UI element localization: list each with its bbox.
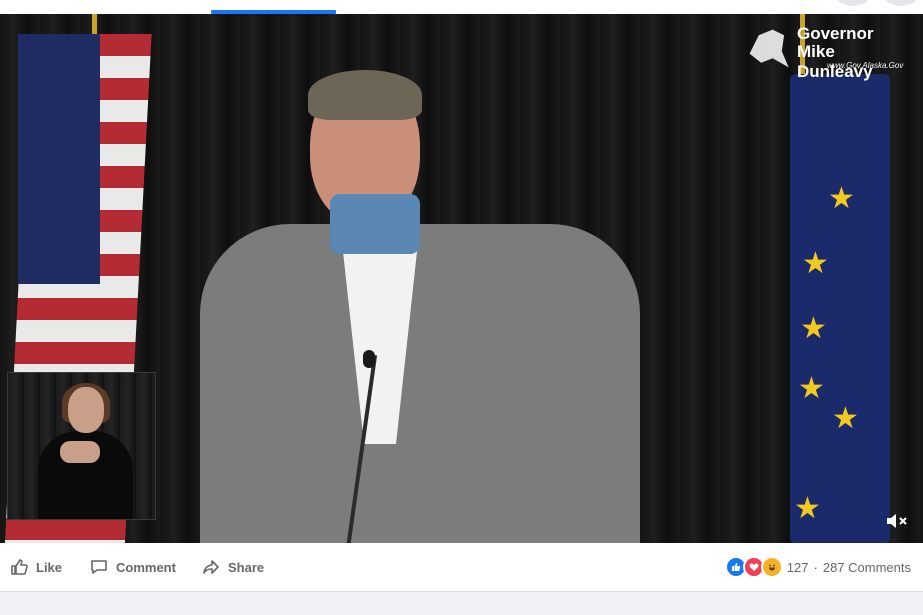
haha-reaction-icon <box>760 556 783 578</box>
star-icon: ★ <box>800 312 827 345</box>
star-icon: ★ <box>828 182 855 215</box>
star-icon: ★ <box>802 247 829 280</box>
thumbs-up-icon <box>10 558 28 576</box>
governor-watermark: Governor Mike Dunleavy www.Gov.Alaska.Go… <box>745 22 915 81</box>
top-circle-button-2[interactable] <box>884 0 918 6</box>
mute-button[interactable] <box>884 512 910 534</box>
comment-count-link[interactable]: 287 Comments <box>823 560 911 575</box>
star-icon: ★ <box>798 372 825 405</box>
muted-speaker-icon <box>886 513 908 533</box>
sign-language-interpreter-inset <box>7 372 156 520</box>
comment-bubble-icon <box>90 558 108 576</box>
share-button[interactable]: Share <box>202 543 264 591</box>
video-player[interactable]: ★ ★ ★ ★ ★ ★ Governor Mike Dunleavy www.G… <box>0 14 923 543</box>
share-label: Share <box>228 559 265 575</box>
us-flag-canton <box>18 34 100 284</box>
watermark-url: www.Gov.Alaska.Gov <box>827 61 904 70</box>
speaker-hair <box>308 70 422 120</box>
top-bar <box>0 0 923 15</box>
separator-dot: · <box>813 559 818 575</box>
share-arrow-icon <box>202 558 220 576</box>
reaction-count: 127 <box>786 559 809 575</box>
like-button[interactable]: Like <box>10 543 62 591</box>
speaker-neck-gaiter <box>330 194 420 254</box>
alaska-map-icon <box>749 29 789 68</box>
speaker-jacket <box>200 224 640 543</box>
interpreter-hands <box>60 441 100 463</box>
like-label: Like <box>36 559 63 575</box>
top-circle-button-1[interactable] <box>836 0 870 6</box>
microphone-icon <box>363 350 375 368</box>
comment-label: Comment <box>116 559 176 575</box>
watermark-line1: Governor <box>797 24 874 43</box>
speaker-figure <box>180 70 660 543</box>
post-action-bar: Like Comment Share 127 · 287 Comments <box>0 543 923 592</box>
star-icon: ★ <box>794 492 821 525</box>
alaska-flag: ★ ★ ★ ★ ★ ★ <box>790 74 890 543</box>
star-icon: ★ <box>832 402 859 435</box>
interpreter-head <box>68 387 104 433</box>
reaction-summary[interactable]: 127 · 287 Comments <box>724 543 911 591</box>
comment-button[interactable]: Comment <box>90 543 176 591</box>
